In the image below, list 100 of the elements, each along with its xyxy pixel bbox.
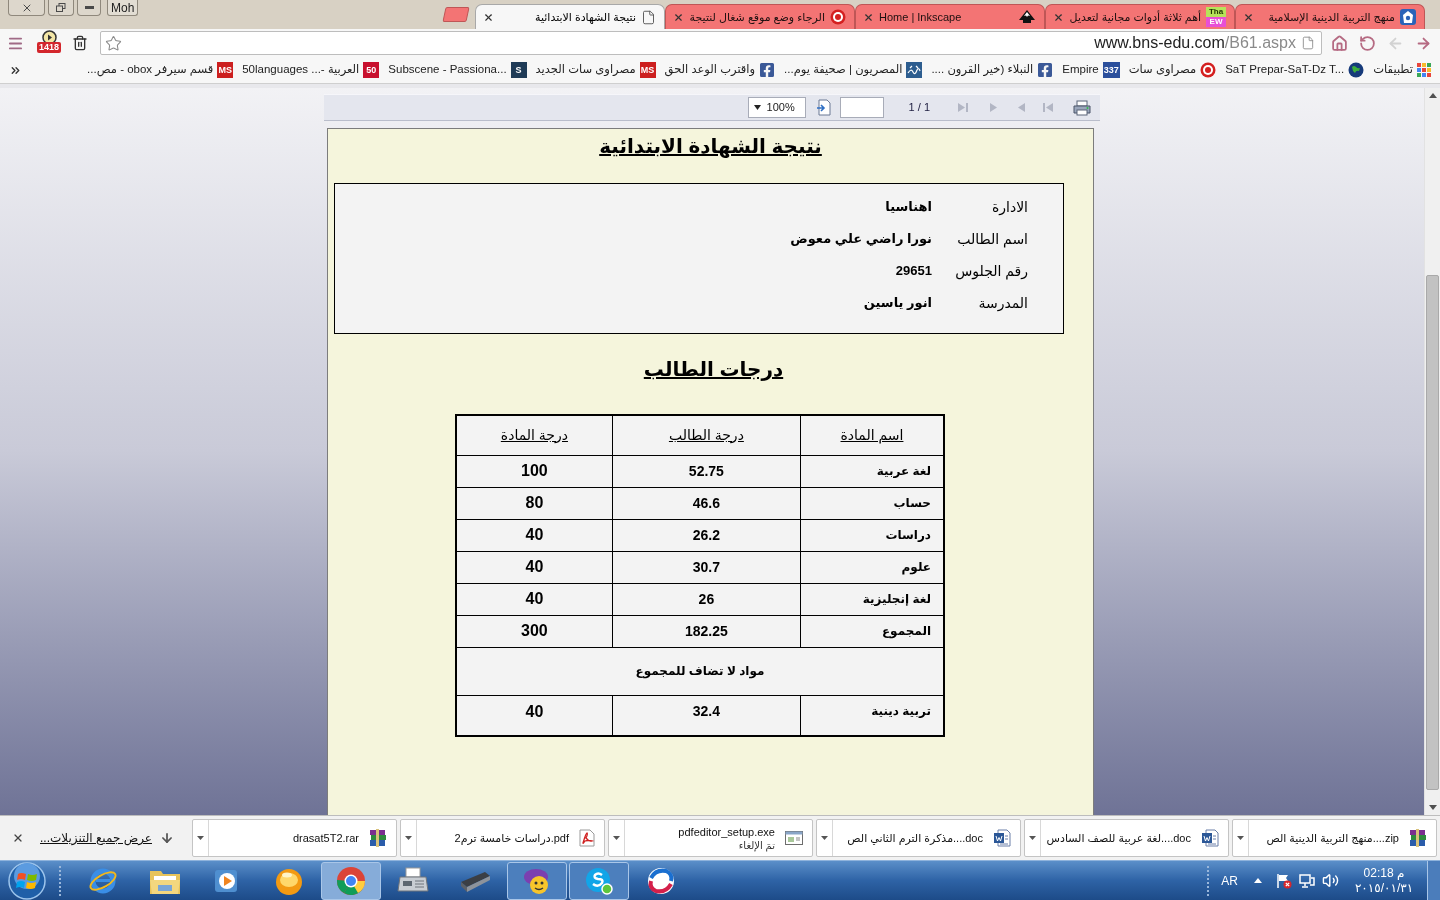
site-logo: MS	[639, 62, 656, 78]
field-label: رقم الجلوس	[955, 263, 1028, 279]
table-cell: 52.75	[612, 455, 801, 487]
taskbar-app-button[interactable]	[569, 861, 629, 900]
site-logo: Tha EW	[1206, 7, 1226, 27]
table-cell: المجموع	[800, 615, 944, 647]
export-icon[interactable]	[815, 99, 832, 116]
start-button[interactable]	[7, 861, 47, 900]
download-item[interactable]: مذكرة الترم الثاني الص....doc	[816, 819, 1021, 857]
field-label: المدرسة	[978, 295, 1028, 311]
bookmark-link[interactable]: واقترب الوعد الحق	[664, 61, 776, 79]
taskbar-app-button[interactable]	[507, 861, 567, 900]
download-item[interactable]: لغة عربية للصف السادس....doc	[1024, 819, 1229, 857]
table-cell: 26	[612, 583, 801, 615]
page-icon	[641, 9, 656, 25]
document-icon	[993, 829, 1011, 847]
speaker-icon[interactable]	[1322, 872, 1339, 889]
field-value: اهناسيا	[885, 198, 932, 217]
language-indicator[interactable]: AR	[1221, 871, 1238, 890]
page-number-field[interactable]	[839, 97, 884, 118]
scroll-up-icon[interactable]	[1428, 93, 1437, 98]
zoom-select[interactable]: 100%	[747, 97, 806, 118]
bookmark-link[interactable]: مصراوى سات	[1128, 61, 1217, 79]
address-bar[interactable]: www.bns-edu.com/B61.aspx	[100, 31, 1322, 55]
browser-tab[interactable]: Home | Inkscape	[855, 4, 1045, 29]
caret-icon[interactable]	[405, 836, 412, 840]
bookmark-link[interactable]: النبلاء (خير القرون ....	[931, 61, 1054, 79]
caret-up-icon[interactable]	[1254, 878, 1262, 883]
browser-tab[interactable]: الرجاء وضع موقع شغال لنتيجة	[665, 4, 855, 29]
restore-icon	[56, 3, 66, 12]
page-icon	[1301, 36, 1315, 50]
flag-orb-icon	[8, 861, 46, 900]
file-name: منهج التربية الدينية الص....zip	[1266, 831, 1399, 845]
show-all-downloads-link[interactable]: عرض جميع التنزيلات...	[40, 829, 152, 847]
download-item[interactable]: منهج التربية الدينية الص....zip	[1232, 819, 1437, 857]
swirl-icon	[646, 865, 676, 896]
caret-icon[interactable]	[613, 836, 620, 840]
restore-button[interactable]	[48, 0, 74, 16]
scroll-down-icon[interactable]	[1428, 805, 1437, 810]
report-title: نتيجة الشهادة الابتدائية	[599, 134, 822, 160]
globe-icon	[1348, 62, 1365, 78]
caret-icon[interactable]	[1237, 836, 1244, 840]
table-cell: 26.2	[612, 519, 801, 551]
column-header: اسم المادة	[800, 415, 944, 455]
new-tab-button[interactable]	[442, 7, 470, 22]
clock-time: 02:18 م	[1363, 865, 1405, 881]
window-icon	[785, 830, 803, 846]
reload-icon[interactable]	[1359, 34, 1376, 52]
bookmark-link[interactable]: تطبيقات	[1373, 61, 1431, 79]
browser-tab[interactable]: منهج التربية الدينية الإسلامية	[1235, 4, 1425, 29]
seal-icon	[830, 9, 846, 25]
caret-icon[interactable]	[197, 836, 204, 840]
print-icon[interactable]	[1073, 99, 1091, 116]
close-button[interactable]	[8, 0, 45, 16]
field-value: 29651	[895, 262, 932, 281]
download-icon[interactable]	[160, 831, 174, 845]
table-cell: علوم	[800, 551, 944, 583]
minimize-button[interactable]	[77, 0, 101, 16]
field-label: اسم الطالب	[957, 231, 1028, 247]
apps-grid-icon	[1417, 63, 1431, 77]
bookmark-link[interactable]: المصريون | صحيفة يوم...	[784, 61, 923, 79]
caret-icon[interactable]	[821, 836, 828, 840]
calligraphy-icon	[906, 62, 923, 78]
section-heading: درجات الطالب	[643, 357, 784, 382]
caret-icon[interactable]	[1029, 836, 1036, 840]
caret-icon	[753, 105, 761, 110]
close-icon[interactable]	[483, 11, 494, 23]
field-value: انور ياسين	[863, 294, 932, 313]
facebook-icon	[759, 62, 776, 78]
field-value: نورا راضي علي معوض	[790, 230, 932, 249]
pdf-icon	[579, 829, 595, 847]
network-icon[interactable]	[1299, 872, 1315, 889]
browser-logo-icon	[336, 865, 366, 896]
download-item[interactable]: drasat5T2.rar	[192, 819, 397, 857]
table-cell: 30.7	[612, 551, 801, 583]
clock-date: ٢٠١٥/٠١/٣١	[1354, 880, 1414, 896]
trash-icon[interactable]	[72, 35, 88, 51]
table-cell: دراسات	[800, 519, 944, 551]
home-icon[interactable]	[1331, 34, 1348, 52]
table-cell: لغة عربية	[800, 455, 944, 487]
facebook-icon	[1037, 62, 1054, 78]
browser-tab[interactable]: نتيجة الشهادة الابتدائية	[475, 4, 665, 29]
file-name: دراسات خامسة ترم2.pdf	[454, 831, 569, 845]
document-icon	[1201, 829, 1219, 847]
download-item[interactable]: دراسات خامسة ترم2.pdf	[400, 819, 605, 857]
url-text: www.bns-edu.com/B61.aspx	[1094, 33, 1296, 53]
scrollbar[interactable]	[1424, 88, 1440, 815]
page-count: 1 / 1	[908, 100, 930, 116]
notification-count: 1418	[37, 42, 61, 53]
seal-icon	[1200, 62, 1217, 78]
bookmark-link[interactable]: SaT Prepar-SaT-Dz T...	[1225, 61, 1365, 79]
star-icon[interactable]	[105, 34, 122, 52]
scrollbar-thumb[interactable]	[1426, 275, 1439, 790]
close-icon[interactable]	[12, 832, 24, 844]
book-stack-icon	[369, 829, 387, 847]
fax-machine-icon	[397, 866, 429, 895]
extension-button[interactable]: 1418	[35, 30, 63, 56]
flag-icon[interactable]	[1276, 872, 1292, 889]
profile-button[interactable]: Moh	[107, 0, 139, 16]
file-name: drasat5T2.rar	[292, 831, 359, 845]
